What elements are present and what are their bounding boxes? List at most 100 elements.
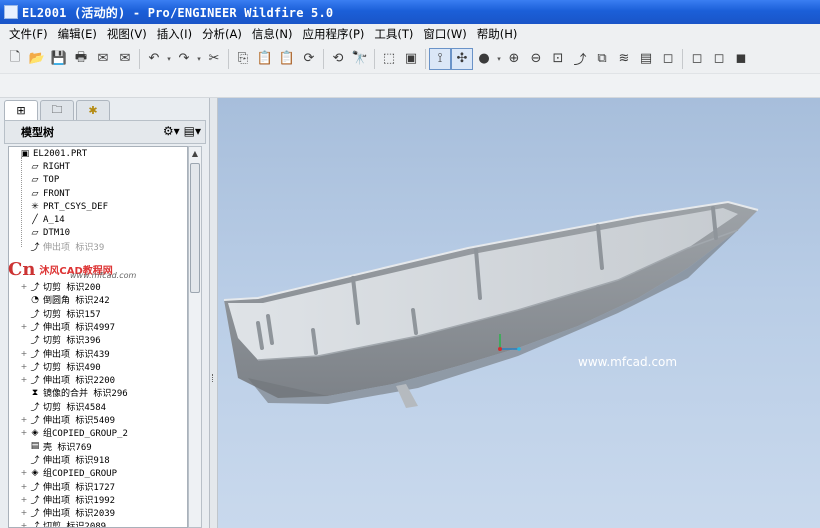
- menu-item[interactable]: 窗口(W): [418, 26, 471, 42]
- expand-toggle-icon[interactable]: +: [19, 375, 29, 384]
- expand-toggle-icon[interactable]: +: [19, 495, 29, 504]
- saved-views-icon[interactable]: ⧉: [591, 48, 613, 70]
- tree-item[interactable]: ⤴ 切剪 标识396: [9, 333, 187, 346]
- select-box-icon[interactable]: ⬚: [378, 48, 400, 70]
- menu-item[interactable]: 插入(I): [152, 26, 197, 42]
- regen-manager-icon[interactable]: ⟲: [327, 48, 349, 70]
- reorient-icon[interactable]: ⤴: [569, 48, 591, 70]
- expand-toggle-icon[interactable]: +: [19, 468, 29, 477]
- expand-toggle-icon[interactable]: +: [19, 349, 29, 358]
- save-icon[interactable]: 💾: [48, 48, 70, 70]
- refit-icon[interactable]: ⊡: [547, 48, 569, 70]
- new-icon[interactable]: 🗋: [4, 48, 26, 70]
- tree-item[interactable]: ╱ A_14: [9, 213, 187, 226]
- layers-icon[interactable]: ≋: [613, 48, 635, 70]
- shaded-icon[interactable]: ◼: [730, 48, 752, 70]
- tree-item[interactable]: + ⤴ 伸出项 标识1992: [9, 493, 187, 506]
- tree-item[interactable]: + ⤴ 切剪 标识200: [9, 280, 187, 293]
- expand-toggle-icon[interactable]: +: [19, 362, 29, 371]
- tree-scrollbar[interactable]: ▲: [188, 146, 202, 528]
- zoom-in-icon[interactable]: ⊕: [503, 48, 525, 70]
- graphics-window[interactable]: www.mfcad.com: [218, 98, 820, 528]
- tree-item[interactable]: + ⤴ 伸出项 标识5409: [9, 413, 187, 426]
- menu-item[interactable]: 应用程序(P): [297, 26, 369, 42]
- feature-icon: ⤴: [30, 455, 40, 466]
- expand-toggle-icon[interactable]: +: [19, 428, 29, 437]
- expand-toggle-icon[interactable]: +: [19, 482, 29, 491]
- tree-item[interactable]: + ◈ 组COPIED_GROUP_2: [9, 426, 187, 440]
- orient-mode-icon[interactable]: ⟟: [429, 47, 451, 70]
- expand-toggle-icon[interactable]: +: [19, 282, 29, 291]
- tree-item[interactable]: + ⤴ 伸出项 标识439: [9, 346, 187, 360]
- sash-grip[interactable]: [212, 374, 215, 382]
- no-hidden-icon[interactable]: ◻: [708, 48, 730, 70]
- menu-item[interactable]: 分析(A): [197, 26, 247, 42]
- tree-item[interactable]: + ◈ 组COPIED_GROUP: [9, 466, 187, 480]
- show-menu-icon[interactable]: ▤▾: [184, 124, 201, 138]
- copy-icon[interactable]: ⎘: [232, 48, 254, 70]
- tab-folder-browser[interactable]: 🗀: [40, 100, 74, 120]
- expand-toggle-icon[interactable]: +: [19, 521, 29, 527]
- tree-item[interactable]: ◔ 倒圆角 标识242: [9, 293, 187, 307]
- zoom-out-icon[interactable]: ⊖: [525, 48, 547, 70]
- tree-item[interactable]: ▤ 壳 标识769: [9, 440, 187, 453]
- tree-item[interactable]: ▱ DTM10: [9, 227, 187, 240]
- menu-item[interactable]: 信息(N): [247, 26, 298, 42]
- scroll-thumb[interactable]: [190, 163, 200, 293]
- wireframe-icon[interactable]: ◻: [657, 48, 679, 70]
- regenerate-icon[interactable]: ⟳: [298, 48, 320, 70]
- settings-icon[interactable]: ⚙▾: [163, 124, 180, 138]
- dropdown-arrow-icon[interactable]: ▾: [495, 55, 503, 63]
- menu-item[interactable]: 工具(T): [369, 26, 418, 42]
- view-manager-icon[interactable]: ▤: [635, 48, 657, 70]
- tree-item[interactable]: + ⤴ 伸出项 标识2200: [9, 373, 187, 386]
- tree-item[interactable]: ✳ PRT_CSYS_DEF: [9, 200, 187, 213]
- repaint-icon[interactable]: ▣: [400, 48, 422, 70]
- hidden-line-icon[interactable]: ◻: [686, 48, 708, 70]
- expand-toggle-icon[interactable]: +: [19, 508, 29, 517]
- redo-icon[interactable]: ↷: [173, 48, 195, 70]
- tree-item[interactable]: ▱ RIGHT: [9, 160, 187, 173]
- menu-item[interactable]: 编辑(E): [53, 26, 102, 42]
- feature-icon: ╱: [32, 215, 38, 226]
- tree-item[interactable]: ▱ TOP: [9, 174, 187, 187]
- menu-item[interactable]: 文件(F): [4, 26, 53, 42]
- tree-item-label: 倒圆角 标识242: [43, 296, 110, 307]
- expand-toggle-icon[interactable]: +: [19, 322, 29, 331]
- tree-item[interactable]: + ⤴ 切剪 标识490: [9, 360, 187, 373]
- find-icon[interactable]: 🔭: [349, 48, 371, 70]
- spin-center-icon[interactable]: ✣: [451, 47, 473, 70]
- tab-model-tree[interactable]: ⊞: [4, 100, 38, 120]
- cut-icon[interactable]: ✂: [203, 48, 225, 70]
- tree-root-item[interactable]: ▣ EL2001.PRT: [9, 147, 187, 160]
- paste-icon[interactable]: 📋: [254, 48, 276, 70]
- panel-sash[interactable]: [210, 98, 218, 528]
- open-icon[interactable]: 📂: [26, 48, 48, 70]
- dropdown-arrow-icon[interactable]: ▾: [165, 55, 173, 63]
- menu-item[interactable]: 帮助(H): [472, 26, 523, 42]
- send-attach-icon[interactable]: ✉: [114, 48, 136, 70]
- tree-item[interactable]: ⤴ 切剪 标识157: [9, 307, 187, 320]
- feature-icon: ◈: [31, 467, 39, 478]
- tree-item[interactable]: ▱ FRONT: [9, 187, 187, 200]
- scroll-up-icon[interactable]: ▲: [189, 147, 201, 161]
- tab-favorites[interactable]: ✱: [76, 100, 110, 120]
- tree-item-label: 壳 标识769: [43, 442, 92, 453]
- menu-item[interactable]: 视图(V): [102, 26, 152, 42]
- shading-icon[interactable]: ●: [473, 48, 495, 70]
- tree-item[interactable]: + ⤴ 伸出项 标识2039: [9, 506, 187, 519]
- tree-item[interactable]: ⤴ 伸出项 标识918: [9, 453, 187, 466]
- dropdown-arrow-icon[interactable]: ▾: [195, 55, 203, 63]
- print-icon[interactable]: 🖶: [70, 48, 92, 70]
- tree-item[interactable]: + ⤴ 伸出项 标识1727: [9, 479, 187, 493]
- tree-item[interactable]: ⧗ 镜像的合并 标识296: [9, 386, 187, 400]
- tree-item[interactable]: ⤴ 伸出项 标识39: [9, 240, 187, 253]
- expand-toggle-icon[interactable]: +: [19, 415, 29, 424]
- feature-icon: ▱: [31, 161, 39, 172]
- tree-item[interactable]: ⤴ 切剪 标识4584: [9, 400, 187, 413]
- send-mail-icon[interactable]: ✉: [92, 48, 114, 70]
- tree-item[interactable]: + ⤴ 切剪 标识2089: [9, 519, 187, 527]
- undo-icon[interactable]: ↶: [143, 48, 165, 70]
- paste-special-icon[interactable]: 📋: [276, 48, 298, 70]
- tree-item[interactable]: + ⤴ 伸出项 标识4997: [9, 320, 187, 333]
